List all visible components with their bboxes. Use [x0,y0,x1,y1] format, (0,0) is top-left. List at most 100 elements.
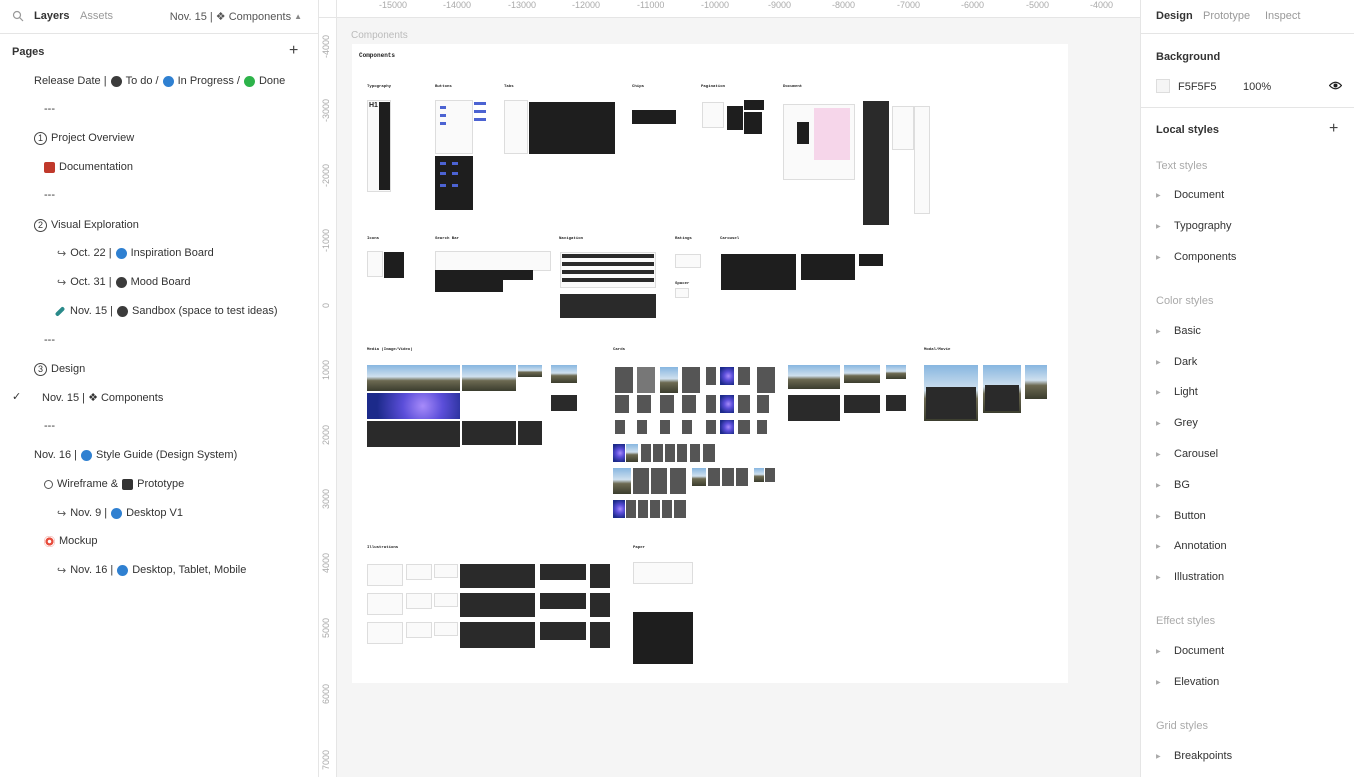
page-item-separator[interactable]: --- [44,187,55,203]
card-block[interactable] [706,367,716,385]
card-block[interactable] [613,500,625,518]
style-item-color-grey[interactable]: ▶ Grey [1156,417,1198,429]
navigation-dark-block[interactable] [560,294,656,318]
card-block[interactable] [615,395,629,413]
card-block[interactable] [757,395,769,413]
illustration-block[interactable] [406,622,432,638]
card-block[interactable] [736,468,748,486]
style-item-color-dark[interactable]: ▶ Dark [1156,356,1197,368]
card-block[interactable] [613,444,625,462]
card-block[interactable] [613,468,631,494]
card-block[interactable] [677,444,687,462]
card-block[interactable] [720,395,734,413]
page-item-separator[interactable]: --- [44,101,55,117]
card-block[interactable] [708,468,720,486]
tab-layers[interactable]: Layers [34,10,69,22]
card-block[interactable] [757,420,767,434]
card-block[interactable] [637,420,647,434]
add-page-button[interactable]: + [289,43,298,59]
style-item-text-components[interactable]: ▶ Components [1156,251,1236,263]
page-item-separator[interactable]: --- [44,418,55,434]
carousel-block[interactable] [859,254,883,266]
style-item-effect-elevation[interactable]: ▶ Elevation [1156,676,1219,688]
card-block[interactable] [706,420,716,434]
media-image[interactable] [551,365,577,383]
paper-dark-block[interactable] [633,612,693,664]
card-block[interactable] [653,444,663,462]
page-item-desktop-tablet-mobile[interactable]: ↪ Nov. 16 | Desktop, Tablet, Mobile [57,562,246,578]
style-item-color-illustration[interactable]: ▶ Illustration [1156,571,1224,583]
illustration-block[interactable] [367,564,403,586]
card-block[interactable] [633,468,649,494]
search-bar-dark-block[interactable] [435,270,469,292]
card-dark[interactable] [844,395,880,413]
media-dark-card[interactable] [518,421,542,445]
page-item-separator[interactable]: --- [44,332,55,348]
illustration-dark-block[interactable] [540,622,586,640]
paper-light-block[interactable] [633,562,693,584]
card-block[interactable] [650,500,660,518]
card-image[interactable] [844,365,880,383]
media-dark-card[interactable] [551,395,577,411]
page-item-project-overview[interactable]: 1 Project Overview [34,130,134,146]
style-item-color-carousel[interactable]: ▶ Carousel [1156,448,1218,460]
tab-design[interactable]: Design [1156,10,1193,22]
illustration-block[interactable] [406,564,432,580]
page-item-mockup[interactable]: Mockup [44,533,98,549]
card-block[interactable] [615,420,625,434]
style-item-effect-document[interactable]: ▶ Document [1156,645,1224,657]
card-block[interactable] [665,444,675,462]
style-item-text-typography[interactable]: ▶ Typography [1156,220,1231,232]
illustration-block[interactable] [367,622,403,644]
search-icon[interactable] [12,10,24,22]
card-block[interactable] [738,367,750,385]
card-block[interactable] [615,367,633,393]
illustration-block[interactable] [434,622,458,636]
card-block[interactable] [692,468,706,486]
card-block[interactable] [660,395,674,413]
document-side-block[interactable] [892,106,914,150]
card-block[interactable] [722,468,734,486]
card-block[interactable] [757,367,775,393]
icons-light-block[interactable] [367,251,383,277]
card-image[interactable] [788,365,840,389]
illustration-dark-block[interactable] [590,622,610,648]
card-block[interactable] [674,500,686,518]
style-item-text-document[interactable]: ▶ Document [1156,189,1224,201]
media-dark-card[interactable] [367,421,460,447]
card-block[interactable] [682,367,700,393]
style-item-color-bg[interactable]: ▶ BG [1156,479,1190,491]
background-opacity-input[interactable]: 100% [1243,81,1271,93]
card-dark[interactable] [886,395,906,411]
page-item-documentation[interactable]: Documentation [44,159,133,175]
card-block[interactable] [682,395,696,413]
current-page-dropdown[interactable]: Nov. 15 | ❖ Components ▲ [170,10,302,23]
page-item-style-guide[interactable]: Nov. 16 | Style Guide (Design System) [34,447,237,463]
media-image[interactable] [367,365,460,391]
tabs-dark-block[interactable] [529,102,615,154]
card-dark[interactable] [788,395,840,421]
search-bar-dark-block[interactable] [503,270,533,280]
page-item-mood-board[interactable]: ↪ Oct. 31 | Mood Board [57,274,191,290]
card-block[interactable] [738,420,750,434]
tab-inspect[interactable]: Inspect [1265,10,1300,22]
media-image[interactable] [462,365,516,391]
search-bar-dark-block[interactable] [469,270,503,292]
media-video[interactable] [367,393,460,419]
pagination-block[interactable] [744,100,764,110]
card-block[interactable] [641,444,651,462]
illustration-dark-block[interactable] [590,564,610,588]
card-block[interactable] [720,420,734,434]
background-hex-input[interactable]: F5F5F5 [1178,81,1217,93]
search-bar-light-block[interactable] [435,251,551,271]
card-block[interactable] [660,420,670,434]
illustration-dark-block[interactable] [540,564,586,580]
page-item-wireframe[interactable]: Wireframe & Prototype [44,476,184,492]
page-item-release-date[interactable]: Release Date | To do / In Progress / Don… [34,73,285,89]
page-item-sandbox[interactable]: Nov. 15 | Sandbox (space to test ideas) [54,303,278,319]
tab-prototype[interactable]: Prototype [1203,10,1250,22]
style-item-color-button[interactable]: ▶ Button [1156,510,1206,522]
card-block[interactable] [626,500,636,518]
media-dark-card[interactable] [462,421,516,445]
background-color-swatch[interactable] [1156,79,1170,93]
